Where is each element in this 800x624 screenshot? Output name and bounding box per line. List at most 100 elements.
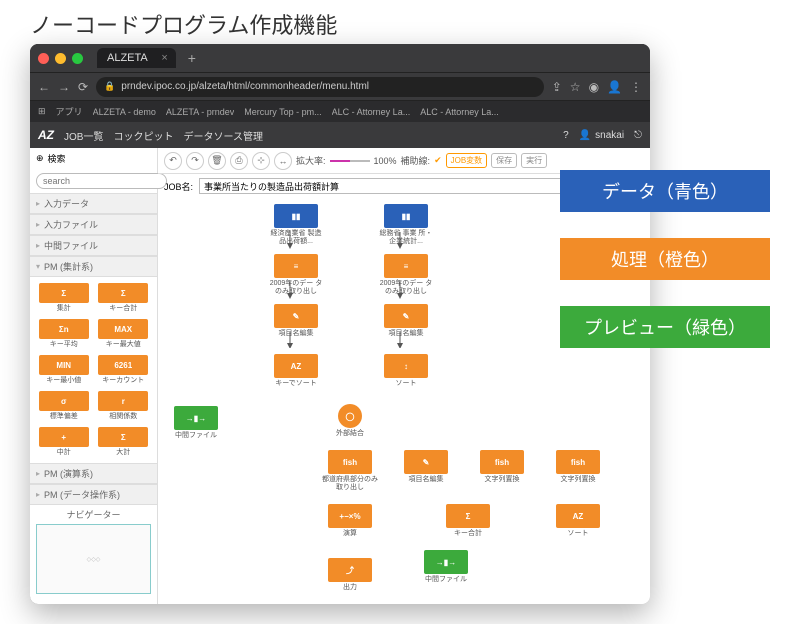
node-proc[interactable]: fish都道府県部分のみ 取り出し [322,450,378,491]
node-proc[interactable]: AZソート [550,504,606,538]
share-icon[interactable]: ⇪ [552,80,562,94]
chevron-down-icon: ▸ [36,220,40,229]
pm-item[interactable]: MINキー最小値 [36,355,92,385]
user-icon: 👤 [579,130,591,141]
bookmark-item[interactable]: ALC - Attorney La... [332,107,411,117]
pm-item[interactable]: Σ集計 [36,283,92,313]
navigator-thumbnail[interactable]: ◇◇◇ [36,524,151,594]
sidebar: ⊕ 検索 ▸入力データ ▸入力ファイル ▸中間ファイル ▾PM (集計系) Σ集… [30,148,158,604]
pm-item[interactable]: MAXキー最大値 [96,319,152,349]
apps-label[interactable]: アプリ [56,105,83,118]
extension-icon[interactable]: ◉ [589,80,599,94]
node-proc[interactable]: fish文字列置換 [474,450,530,484]
undo-icon[interactable]: ↶ [164,152,182,170]
username: snakai [595,130,624,141]
minimize-icon[interactable] [55,53,66,64]
close-icon[interactable] [38,53,49,64]
zoom-label: 拡大率: [296,154,326,167]
forward-icon[interactable]: → [58,80,70,94]
run-button[interactable]: 実行 [521,153,547,168]
menu-icon[interactable]: ⋮ [630,80,642,94]
redo-icon[interactable]: ↷ [186,152,204,170]
search-input[interactable] [36,173,167,189]
menu-job-list[interactable]: JOB一覧 [64,128,103,143]
node-proc[interactable]: +−×%演算 [322,504,378,538]
node-proc[interactable]: Σキー合計 [440,504,496,538]
node-proc[interactable]: fish文字列置換 [550,450,606,484]
pm-item[interactable]: +中計 [36,427,92,457]
sb-input-file[interactable]: ▸入力ファイル [30,214,157,235]
pm-item[interactable]: r相関係数 [96,391,152,421]
print-icon[interactable]: ⎙ [230,152,248,170]
expand-icon[interactable]: ⊕ [36,153,44,164]
aux-label: 補助線: [401,154,431,167]
jobname-label: JOB名: [164,180,193,193]
aux-check-icon[interactable]: ✔ [434,155,442,166]
node-proc[interactable]: ✎項目名編集 [398,450,454,484]
node-prev[interactable]: →▮→中間ファイル [418,550,474,584]
new-tab-icon[interactable]: + [188,50,196,66]
zoom-slider[interactable] [330,160,370,162]
reload-icon[interactable]: ⟳ [78,80,88,94]
tab-close-icon[interactable]: × [161,52,167,64]
node-proc[interactable]: ≡2009年のデー タのみ取り出し [268,254,324,295]
zoom-icon[interactable]: ↔ [274,152,292,170]
logout-icon[interactable]: ⎋ [634,130,642,141]
sb-mid-file[interactable]: ▸中間ファイル [30,235,157,256]
job-var-button[interactable]: JOB変数 [446,153,488,168]
node-proc[interactable]: AZキーでソート [268,354,324,388]
save-button[interactable]: 保存 [491,153,517,168]
menu-cockpit[interactable]: コックピット [113,128,173,143]
back-icon[interactable]: ← [38,80,50,94]
sb-pm-data[interactable]: ▸PM (データ操作系) [30,484,157,505]
app: AZ JOB一覧 コックピット データソース管理 ? 👤 snakai ⎋ ⊕ … [30,122,650,604]
maximize-icon[interactable] [72,53,83,64]
bookmark-item[interactable]: Mercury Top - pm... [244,107,321,117]
fit-icon[interactable]: ⊹ [252,152,270,170]
sb-pm-calc[interactable]: ▸PM (演算系) [30,463,157,484]
user-menu[interactable]: 👤 snakai [579,130,624,141]
node-data[interactable]: ▮▮総務省 事業 所・企業統計... [378,204,434,245]
app-logo[interactable]: AZ [38,128,54,142]
legend-data: データ（青色） [560,170,770,212]
sb-input-data[interactable]: ▸入力データ [30,193,157,214]
zoom-value: 100% [374,156,397,166]
delete-icon[interactable]: 🗑 [208,152,226,170]
pm-item[interactable]: Σキー合計 [96,283,152,313]
pm-item[interactable]: 6261キーカウント [96,355,152,385]
address-bar: ← → ⟳ 🔒 prndev.ipoc.co.jp/alzeta/html/co… [30,72,650,100]
apps-icon[interactable]: ⊞ [38,106,46,117]
help-icon[interactable]: ? [563,130,569,141]
chevron-down-icon: ▸ [36,490,40,499]
url-field[interactable]: 🔒 prndev.ipoc.co.jp/alzeta/html/commonhe… [96,77,544,97]
legend: データ（青色） 処理（橙色） プレビュー（緑色） [560,170,770,374]
node-proc[interactable]: ✎項目名編集 [268,304,324,338]
browser-window: ALZETA × + ← → ⟳ 🔒 prndev.ipoc.co.jp/alz… [30,44,650,604]
bookmark-item[interactable]: ALZETA - prndev [166,107,234,117]
pm-item[interactable]: Σnキー平均 [36,319,92,349]
profile-icon[interactable]: 👤 [607,80,622,94]
bookmark-item[interactable]: ALZETA - demo [93,107,156,117]
page-title: ノーコードプログラム作成機能 [0,0,800,48]
node-prev[interactable]: →▮→中間ファイル [168,406,224,440]
pm-item[interactable]: σ標準偏差 [36,391,92,421]
pm-item[interactable]: Σ大計 [96,427,152,457]
search-label: 検索 [48,152,66,165]
node-proc[interactable]: ◯外部結合 [322,404,378,438]
bookmark-item[interactable]: ALC - Attorney La... [420,107,499,117]
lock-icon: 🔒 [104,81,115,92]
chevron-down-icon: ▸ [36,469,40,478]
legend-prev: プレビュー（緑色） [560,306,770,348]
node-proc[interactable]: ✎項目名編集 [378,304,434,338]
node-data[interactable]: ▮▮経済産業省 製造品出荷額... [268,204,324,245]
pm-palette: Σ集計 Σキー合計 Σnキー平均 MAXキー最大値 MINキー最小値 6261キ… [30,277,157,463]
browser-tab[interactable]: ALZETA × [97,48,176,68]
url-text: prndev.ipoc.co.jp/alzeta/html/commonhead… [121,81,369,92]
legend-proc: 処理（橙色） [560,238,770,280]
node-proc[interactable]: ≡2009年のデー タのみ取り出し [378,254,434,295]
sb-pm-agg[interactable]: ▾PM (集計系) [30,256,157,277]
star-icon[interactable]: ☆ [570,80,581,94]
node-proc[interactable]: ⤴出力 [322,558,378,592]
node-proc[interactable]: ↕ソート [378,354,434,388]
menu-datasource[interactable]: データソース管理 [183,128,263,143]
